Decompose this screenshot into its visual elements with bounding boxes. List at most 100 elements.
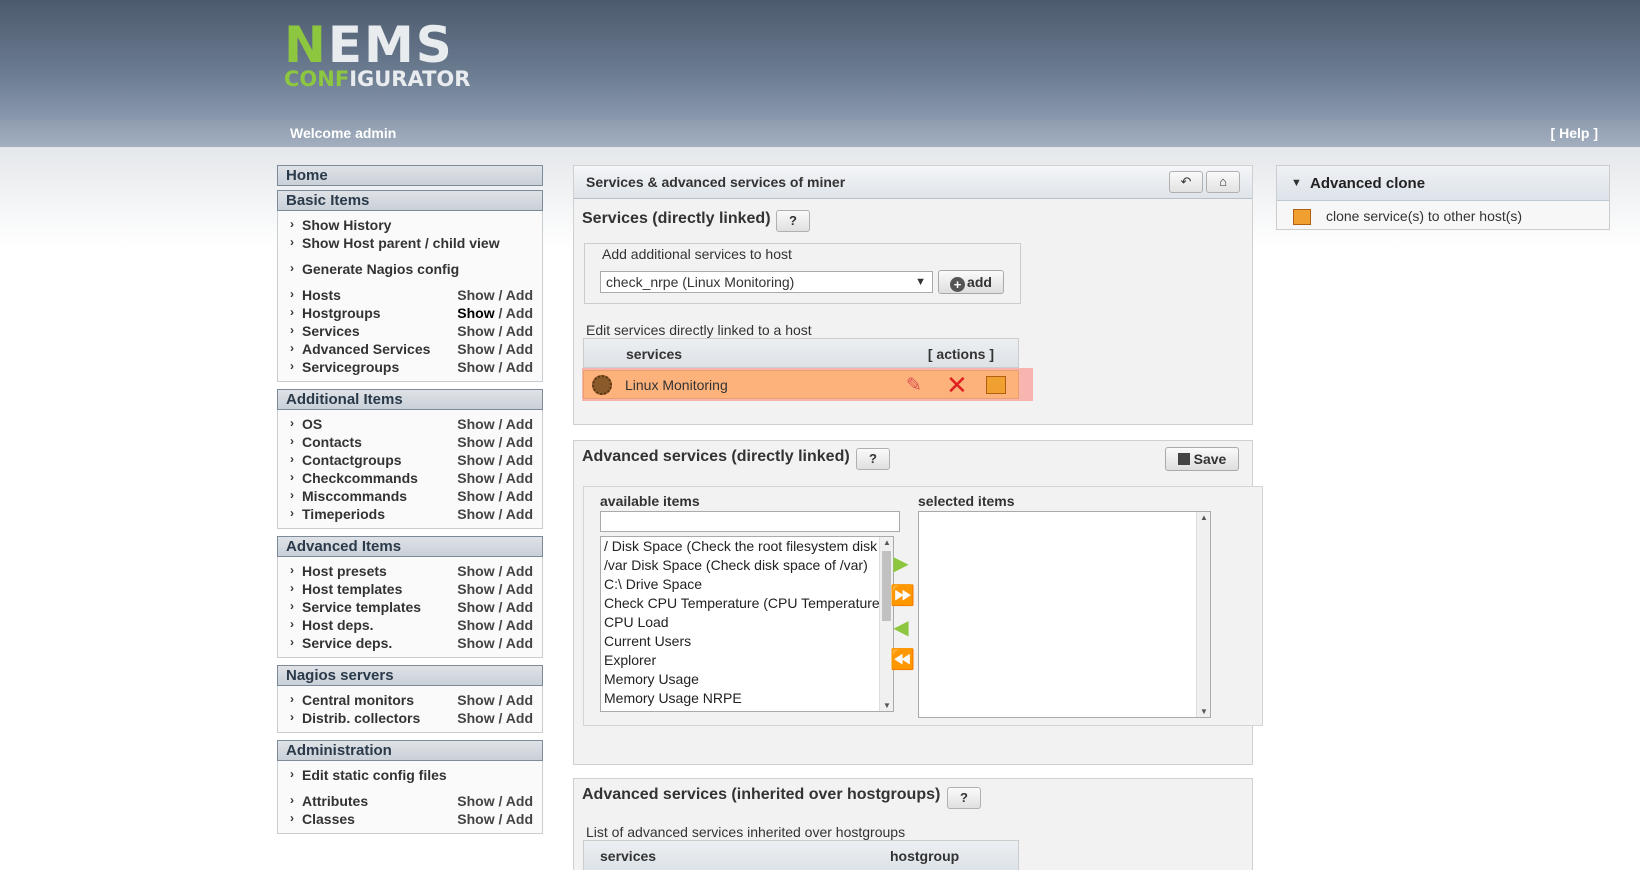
advanced-help-button[interactable]: ? xyxy=(856,448,890,470)
add-link[interactable]: Add xyxy=(506,470,533,486)
show-link[interactable]: Show xyxy=(457,563,494,579)
sidebar-item-label[interactable]: Host presets xyxy=(302,563,387,579)
clone-icon[interactable] xyxy=(986,376,1006,394)
list-item[interactable]: C:\ Drive Space xyxy=(601,575,879,594)
sidebar-item-label[interactable]: Service templates xyxy=(302,599,421,615)
add-service-button[interactable]: + add xyxy=(938,270,1004,294)
show-link[interactable]: Show xyxy=(457,416,494,432)
remove-all-icon[interactable]: ⏪ xyxy=(890,649,915,671)
edit-icon[interactable]: ✎ xyxy=(906,374,922,397)
add-link[interactable]: Add xyxy=(506,710,533,726)
sidebar-item-label[interactable]: Checkcommands xyxy=(302,470,418,486)
show-link[interactable]: Show xyxy=(457,452,494,468)
show-link[interactable]: Show xyxy=(457,287,494,303)
show-link[interactable]: Show xyxy=(457,793,494,809)
sidebar-item-label[interactable]: Show Host parent / child view xyxy=(302,235,500,251)
sidebar-item-label[interactable]: Distrib. collectors xyxy=(302,710,420,726)
show-link[interactable]: Show xyxy=(457,692,494,708)
add-link[interactable]: Add xyxy=(506,341,533,357)
list-item[interactable]: Explorer xyxy=(601,651,879,670)
service-select[interactable]: check_nrpe (Linux Monitoring) ▼ xyxy=(600,271,933,293)
help-link[interactable]: [ Help ] xyxy=(1551,125,1598,141)
sidebar-item-label[interactable]: Timeperiods xyxy=(302,506,385,522)
clone-services-link[interactable]: clone service(s) to other host(s) xyxy=(1326,208,1522,224)
add-link[interactable]: Add xyxy=(506,793,533,809)
scroll-down-icon[interactable]: ▼ xyxy=(883,701,891,710)
add-link[interactable]: Add xyxy=(506,563,533,579)
add-link[interactable]: Add xyxy=(506,617,533,633)
scroll-down-icon[interactable]: ▼ xyxy=(1200,707,1208,716)
add-link[interactable]: Add xyxy=(506,416,533,432)
sidebar-item-label[interactable]: Contactgroups xyxy=(302,452,402,468)
add-link[interactable]: Add xyxy=(506,581,533,597)
add-link[interactable]: Add xyxy=(506,635,533,651)
add-link[interactable]: Add xyxy=(506,811,533,827)
add-link[interactable]: Add xyxy=(506,434,533,450)
save-button[interactable]: Save xyxy=(1165,447,1239,471)
show-link[interactable]: Show xyxy=(457,341,494,357)
scroll-up-icon[interactable]: ▲ xyxy=(883,538,891,547)
add-link[interactable]: Add xyxy=(506,599,533,615)
add-selected-icon[interactable]: ▶ xyxy=(890,553,912,575)
filter-input[interactable] xyxy=(600,511,900,532)
list-item[interactable]: Memory Usage xyxy=(601,670,879,689)
selected-items-list[interactable]: ▲ ▼ xyxy=(918,511,1211,718)
show-link[interactable]: Show xyxy=(457,710,494,726)
add-link[interactable]: Add xyxy=(506,323,533,339)
advanced-clone-header[interactable]: ▼ Advanced clone xyxy=(1277,166,1609,201)
sidebar-item-label[interactable]: Classes xyxy=(302,811,355,827)
delete-icon[interactable]: ✕ xyxy=(946,371,968,399)
list-item[interactable]: Memory Usage NRPE xyxy=(601,689,879,708)
list-item[interactable]: Current Users xyxy=(601,632,879,651)
inherited-help-button[interactable]: ? xyxy=(947,787,981,809)
sidebar-item-label[interactable]: Edit static config files xyxy=(302,767,447,783)
show-link[interactable]: Show xyxy=(457,470,494,486)
add-link[interactable]: Add xyxy=(506,488,533,504)
sidebar-item-label[interactable]: Host deps. xyxy=(302,617,374,633)
home-icon[interactable]: ⌂ xyxy=(1206,171,1240,193)
sidebar-item-label[interactable]: Show History xyxy=(302,217,391,233)
list-item[interactable]: Check CPU Temperature (CPU Temperature) xyxy=(601,594,879,613)
list-item[interactable]: CPU Load xyxy=(601,613,879,632)
sidebar-item-label[interactable]: Contacts xyxy=(302,434,362,450)
sidebar-item-label[interactable]: Hostgroups xyxy=(302,305,381,321)
add-all-icon[interactable]: ⏩ xyxy=(890,585,915,607)
scroll-up-icon[interactable]: ▲ xyxy=(1200,513,1208,522)
back-icon[interactable]: ↶ xyxy=(1169,171,1203,193)
list-item[interactable]: /var Disk Space (Check disk space of /va… xyxy=(601,556,879,575)
home-link[interactable]: Home xyxy=(277,165,543,186)
services-help-button[interactable]: ? xyxy=(776,210,810,232)
sidebar-item-label[interactable]: Host templates xyxy=(302,581,402,597)
show-link[interactable]: Show xyxy=(457,635,494,651)
add-link[interactable]: Add xyxy=(506,287,533,303)
add-link[interactable]: Add xyxy=(506,305,533,321)
add-link[interactable]: Add xyxy=(506,692,533,708)
sidebar-item-label[interactable]: Service deps. xyxy=(302,635,392,651)
list-item[interactable]: / Disk Space (Check the root filesystem … xyxy=(601,537,879,556)
show-link[interactable]: Show xyxy=(457,811,494,827)
show-link[interactable]: Show xyxy=(457,617,494,633)
add-link[interactable]: Add xyxy=(506,506,533,522)
clone-icon[interactable] xyxy=(1293,209,1311,225)
list-item[interactable]: NEMS Sensor Load xyxy=(601,708,879,711)
sidebar-item-label[interactable]: Central monitors xyxy=(302,692,414,708)
sidebar-item-label[interactable]: Hosts xyxy=(302,287,341,303)
sidebar-item-label[interactable]: Attributes xyxy=(302,793,368,809)
sidebar-item-label[interactable]: Advanced Services xyxy=(302,341,430,357)
service-name[interactable]: Linux Monitoring xyxy=(625,377,728,393)
remove-selected-icon[interactable]: ◀ xyxy=(890,617,912,639)
show-link[interactable]: Show xyxy=(457,434,494,450)
sidebar-item-label[interactable]: Servicegroups xyxy=(302,359,399,375)
add-link[interactable]: Add xyxy=(506,452,533,468)
show-link[interactable]: Show xyxy=(457,506,494,522)
show-link[interactable]: Show xyxy=(457,581,494,597)
show-link[interactable]: Show xyxy=(457,323,494,339)
nems-logo[interactable]: NEMS CONFIGURATOR xyxy=(284,20,470,90)
show-link[interactable]: Show xyxy=(457,305,494,321)
show-link[interactable]: Show xyxy=(457,488,494,504)
show-link[interactable]: Show xyxy=(457,359,494,375)
available-items-list[interactable]: ▲ ▼ / Disk Space (Check the root filesys… xyxy=(600,536,894,712)
sidebar-item-label[interactable]: Misccommands xyxy=(302,488,407,504)
selected-scrollbar[interactable]: ▲ ▼ xyxy=(1196,512,1210,717)
show-link[interactable]: Show xyxy=(457,599,494,615)
